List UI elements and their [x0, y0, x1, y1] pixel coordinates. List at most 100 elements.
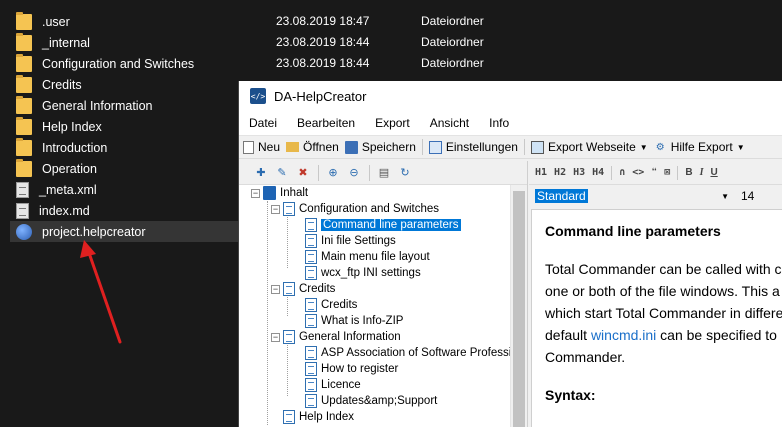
- tree-node-root[interactable]: − Inhalt: [251, 185, 308, 201]
- content-subheading: Syntax:: [545, 387, 596, 403]
- menu-info[interactable]: Info: [489, 116, 509, 130]
- heading2-button[interactable]: H2: [554, 167, 566, 178]
- tree-node-how-to-register[interactable]: How to register: [305, 361, 398, 377]
- tree-node-credits-child[interactable]: Credits: [305, 297, 357, 313]
- collapse-icon[interactable]: −: [271, 204, 280, 214]
- settings-button[interactable]: Einstellungen: [428, 140, 518, 154]
- tree-toolbar: ✚ ✎ ✖ ⊕ ⊖ ▤ ↻: [239, 161, 527, 185]
- settings-icon: [428, 140, 442, 154]
- underline-icon[interactable]: U: [710, 167, 717, 178]
- document-icon: [283, 202, 295, 216]
- font-size-select[interactable]: 14: [741, 189, 754, 203]
- wincmd-ini-link[interactable]: wincmd.ini: [591, 327, 656, 343]
- topic-tree: − Inhalt − Configuration and Switches Co…: [239, 185, 511, 427]
- tree-node-credits[interactable]: − Credits: [271, 281, 335, 297]
- menu-bearbeiten[interactable]: Bearbeiten: [297, 116, 355, 130]
- new-file-icon: [243, 140, 254, 154]
- main-toolbar: Neu Öffnen Speichern Einstellungen Expor…: [239, 135, 782, 159]
- collapse-icon[interactable]: −: [271, 332, 280, 342]
- menu-ansicht[interactable]: Ansicht: [430, 116, 469, 130]
- save-button[interactable]: Speichern: [344, 140, 416, 154]
- chevron-down-icon: ▼: [639, 142, 648, 152]
- document-icon: [305, 250, 317, 264]
- help-export-icon: ⚙: [655, 141, 665, 153]
- code-inline-icon[interactable]: ∩: [619, 167, 625, 178]
- document-icon: [305, 298, 317, 312]
- collapse-icon[interactable]: −: [251, 188, 260, 198]
- toolbar-separator: [677, 165, 679, 180]
- tree-node-main-menu-file-layout[interactable]: Main menu file layout: [305, 249, 430, 265]
- tree-node-wcx-ftp-ini-settings[interactable]: wcx_ftp INI settings: [305, 265, 421, 281]
- toolbar-separator: [369, 164, 370, 181]
- chevron-down-icon: ▼: [736, 142, 745, 152]
- tree-line: [287, 217, 288, 268]
- document-icon: [305, 314, 317, 328]
- content-heading: Command line parameters: [545, 223, 721, 239]
- paragraph-style-select[interactable]: Standard ▼: [535, 187, 735, 205]
- app-logo-icon: </>: [250, 88, 266, 104]
- document-icon: [305, 234, 317, 248]
- menu-export[interactable]: Export: [375, 116, 410, 130]
- tree-line: [287, 297, 288, 316]
- tree-node-updates-support[interactable]: Updates&amp;Support: [305, 393, 437, 409]
- heading4-button[interactable]: H4: [592, 167, 604, 178]
- properties-icon[interactable]: ▤: [376, 165, 392, 181]
- menu-bar: Datei Bearbeiten Export Ansicht Info: [239, 111, 782, 135]
- code-tag-icon[interactable]: <>: [632, 167, 644, 178]
- folder-open-icon: [286, 142, 300, 152]
- block-quote-icon[interactable]: ⊠: [664, 167, 670, 178]
- window-title: DA-HelpCreator: [274, 88, 367, 104]
- italic-icon[interactable]: I: [700, 167, 704, 178]
- tree-node-asp[interactable]: ASP Association of Software Profession: [305, 345, 511, 361]
- content-paragraph: Total Commander can be called with c one…: [545, 261, 782, 365]
- tree-line: [267, 201, 268, 425]
- editor-content[interactable]: Command line parameters Total Commander …: [531, 209, 782, 427]
- title-bar[interactable]: </> DA-HelpCreator: [239, 81, 782, 111]
- document-icon: [305, 218, 317, 232]
- collapse-icon[interactable]: −: [271, 284, 280, 294]
- tree-node-what-is-info-zip[interactable]: What is Info-ZIP: [305, 313, 403, 329]
- editor-pane: H1 H2 H3 H4 ∩ <> ❝ ⊠ B I U Standard ▼ 14…: [529, 161, 782, 427]
- toolbar-separator: [318, 164, 319, 181]
- heading3-button[interactable]: H3: [573, 167, 585, 178]
- edit-topic-icon[interactable]: ✎: [274, 165, 290, 181]
- new-button[interactable]: Neu: [243, 140, 280, 154]
- tree-line: [287, 345, 288, 396]
- save-icon: [344, 140, 358, 154]
- move-up-icon[interactable]: ⊕: [325, 165, 341, 181]
- heading1-button[interactable]: H1: [535, 167, 547, 178]
- refresh-icon[interactable]: ↻: [397, 165, 413, 181]
- style-bar: Standard ▼ 14: [529, 185, 782, 207]
- document-icon: [305, 266, 317, 280]
- book-icon: [263, 186, 276, 200]
- document-icon: [305, 346, 317, 360]
- tree-scrollbar-thumb[interactable]: [513, 191, 525, 427]
- toolbar-separator: [611, 165, 613, 180]
- document-icon: [305, 394, 317, 408]
- tree-node-licence[interactable]: Licence: [305, 377, 361, 393]
- tree-node-configuration[interactable]: − Configuration and Switches: [271, 201, 439, 217]
- tree-node-ini-file-settings[interactable]: Ini file Settings: [305, 233, 396, 249]
- bold-icon[interactable]: B: [685, 167, 692, 178]
- helpcreator-window: </> DA-HelpCreator Datei Bearbeiten Expo…: [238, 81, 782, 427]
- tree-node-command-line-parameters[interactable]: Command line parameters: [305, 217, 461, 233]
- topic-tree-pane: ✚ ✎ ✖ ⊕ ⊖ ▤ ↻ − Inhalt − Configuration a…: [239, 161, 528, 427]
- menu-datei[interactable]: Datei: [249, 116, 277, 130]
- document-icon: [305, 378, 317, 392]
- web-export-icon: [530, 140, 544, 154]
- tree-node-general-information[interactable]: − General Information: [271, 329, 401, 345]
- document-icon: [305, 362, 317, 376]
- move-down-icon[interactable]: ⊖: [346, 165, 362, 181]
- open-button[interactable]: Öffnen: [286, 140, 339, 154]
- add-topic-icon[interactable]: ✚: [253, 165, 269, 181]
- toolbar-separator: [523, 139, 525, 155]
- chevron-down-icon: ▼: [721, 191, 729, 201]
- document-icon: [283, 330, 295, 344]
- delete-topic-icon[interactable]: ✖: [295, 165, 311, 181]
- tree-node-help-index[interactable]: Help Index: [283, 409, 354, 425]
- document-icon: [283, 410, 295, 424]
- quote-icon[interactable]: ❝: [651, 167, 657, 178]
- help-export-button[interactable]: ⚙ Hilfe Export ▼: [654, 140, 745, 154]
- export-web-button[interactable]: Export Webseite ▼: [530, 140, 648, 154]
- tree-scrollbar[interactable]: [510, 185, 527, 427]
